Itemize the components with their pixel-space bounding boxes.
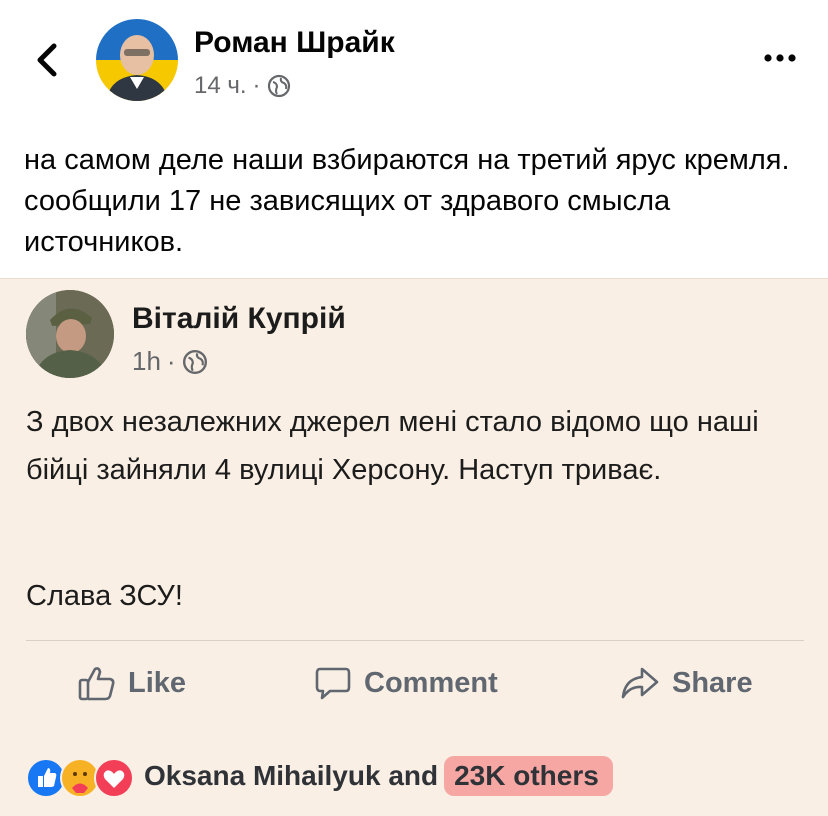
shared-avatar-portrait — [26, 290, 114, 378]
globe-icon — [182, 349, 207, 374]
divider — [26, 640, 804, 641]
post-text: на самом деле наши взбираются на третий … — [24, 144, 790, 258]
reaction-love-icon — [94, 758, 134, 798]
post-meta: 14 ч. · — [194, 72, 291, 100]
comment-button[interactable]: Comment — [314, 665, 498, 701]
comment-label: Comment — [364, 666, 498, 699]
shared-post-meta: 1h · — [132, 346, 208, 377]
author-name[interactable]: Роман Шрайк — [194, 26, 395, 60]
reactions-summary[interactable]: Oksana Mihailyuk and 23K others — [26, 750, 816, 802]
globe-icon — [267, 74, 290, 98]
share-label: Share — [672, 666, 753, 699]
comment-bubble-icon — [315, 667, 351, 700]
reaction-names[interactable]: Oksana Mihailyuk and — [144, 760, 438, 792]
shared-post-time[interactable]: 1h — [132, 346, 161, 377]
post-header: Роман Шрайк 14 ч. · — [0, 0, 828, 120]
like-thumb-icon — [78, 667, 115, 701]
shared-post-card — [0, 278, 828, 816]
reaction-icons — [26, 756, 138, 798]
post-time[interactable]: 14 ч. — [194, 72, 247, 100]
meta-separator: · — [166, 346, 176, 376]
reaction-others-count[interactable]: 23K others — [444, 756, 613, 796]
avatar-portrait — [106, 35, 168, 101]
action-bar: Like Comment Share — [0, 655, 828, 720]
more-options-icon[interactable] — [760, 48, 800, 68]
shared-post-text: З двох незалежних джерел мені стало відо… — [26, 406, 759, 486]
back-arrow-icon[interactable] — [34, 42, 62, 78]
avatar[interactable] — [96, 19, 178, 101]
share-arrow-icon — [621, 667, 659, 699]
like-button[interactable]: Like — [78, 665, 186, 701]
meta-separator: · — [252, 72, 261, 99]
shared-author-avatar[interactable] — [26, 290, 114, 378]
shared-post-closing: Слава ЗСУ! — [26, 580, 183, 612]
shared-author-name[interactable]: Віталій Купрій — [132, 302, 346, 336]
like-label: Like — [128, 666, 187, 699]
share-button[interactable]: Share — [620, 665, 753, 701]
